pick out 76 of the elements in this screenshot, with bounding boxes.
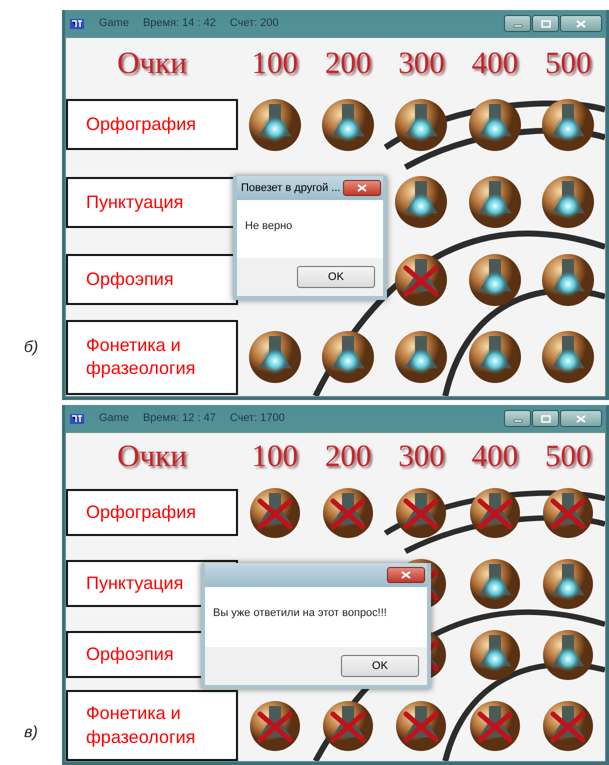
category-label: Орфоэпия: [66, 254, 238, 306]
score-text: Счет: 1700: [230, 411, 285, 426]
close-button[interactable]: [560, 410, 602, 427]
timer-text: Время: 14 : 42: [142, 16, 216, 32]
score-text: Счет: 200: [230, 16, 279, 32]
point-value: 100: [250, 44, 299, 82]
crossed-medallion-icon[interactable]: [468, 486, 521, 538]
close-icon: [576, 20, 586, 28]
glowing-medallion-icon[interactable]: [321, 330, 376, 384]
crossed-medallion-icon[interactable]: [395, 700, 448, 752]
close-icon: [357, 184, 367, 192]
minimize-button[interactable]: [504, 410, 531, 427]
glowing-medallion-icon[interactable]: [468, 558, 521, 610]
minimize-button[interactable]: [504, 15, 531, 32]
glowing-medallion-icon[interactable]: [541, 330, 596, 384]
dialog-message: Вы уже ответили на этот вопрос!!!: [213, 607, 387, 619]
point-value: 500: [544, 44, 593, 82]
crossed-medallion-icon[interactable]: [394, 252, 448, 307]
glowing-medallion-icon[interactable]: [468, 330, 522, 384]
dialog-message: Не верно: [245, 220, 292, 232]
glowing-medallion-icon[interactable]: [321, 98, 376, 152]
header-title: Очки: [116, 436, 188, 474]
glowing-medallion-icon[interactable]: [468, 628, 521, 680]
category-label: Орфография: [66, 99, 238, 150]
figure-label: в): [24, 723, 38, 743]
app-icon: [69, 412, 85, 426]
glowing-medallion-icon[interactable]: [468, 175, 522, 230]
crossed-medallion-icon[interactable]: [322, 486, 374, 538]
category-label: Фонетика и фразеология: [66, 690, 238, 761]
crossed-medallion-icon[interactable]: [468, 700, 521, 752]
maximize-icon: [540, 20, 550, 28]
crossed-medallion-icon[interactable]: [248, 486, 301, 538]
close-button[interactable]: [343, 180, 381, 196]
glowing-medallion-icon[interactable]: [542, 558, 594, 610]
point-value: 100: [250, 436, 299, 474]
point-value: 400: [470, 436, 520, 474]
figure-label: б): [24, 338, 38, 358]
point-value: 200: [324, 436, 372, 474]
close-button[interactable]: [560, 15, 602, 32]
header-title: Очки: [116, 44, 188, 82]
close-button[interactable]: [387, 567, 425, 583]
glowing-medallion-icon[interactable]: [248, 330, 302, 384]
glowing-medallion-icon[interactable]: [468, 252, 522, 307]
window-title: Game: [99, 411, 129, 426]
glowing-medallion-icon[interactable]: [248, 98, 302, 152]
app-icon: [69, 16, 85, 30]
glowing-medallion-icon[interactable]: [394, 98, 448, 152]
crossed-medallion-icon[interactable]: [322, 700, 374, 752]
crossed-medallion-icon[interactable]: [542, 486, 594, 538]
glowing-medallion-icon[interactable]: [541, 98, 596, 152]
glowing-medallion-icon[interactable]: [394, 330, 448, 384]
glowing-medallion-icon[interactable]: [541, 175, 596, 230]
maximize-button[interactable]: [532, 410, 559, 427]
maximize-button[interactable]: [532, 15, 559, 32]
dialog-title: Повезет в другой ...: [241, 180, 340, 196]
window-title: Game: [99, 16, 129, 32]
crossed-medallion-icon[interactable]: [542, 700, 594, 752]
ok-button[interactable]: OK: [297, 266, 375, 288]
glowing-medallion-icon[interactable]: [394, 175, 448, 230]
close-icon: [576, 414, 586, 422]
ok-button[interactable]: OK: [341, 655, 419, 677]
category-label: Фонетика и фразеология: [66, 320, 238, 395]
close-icon: [401, 571, 411, 579]
point-value: 400: [470, 44, 520, 82]
glowing-medallion-icon[interactable]: [542, 628, 594, 680]
crossed-medallion-icon[interactable]: [395, 486, 448, 538]
crossed-medallion-icon[interactable]: [248, 700, 301, 752]
point-value: 300: [397, 44, 446, 82]
point-value: 300: [397, 436, 446, 474]
glowing-medallion-icon[interactable]: [541, 252, 596, 307]
maximize-icon: [540, 414, 550, 422]
category-label: Орфография: [66, 488, 238, 536]
glowing-medallion-icon[interactable]: [468, 98, 522, 152]
point-value: 500: [544, 436, 593, 474]
timer-text: Время: 12 : 47: [142, 411, 216, 426]
point-value: 200: [324, 44, 372, 82]
